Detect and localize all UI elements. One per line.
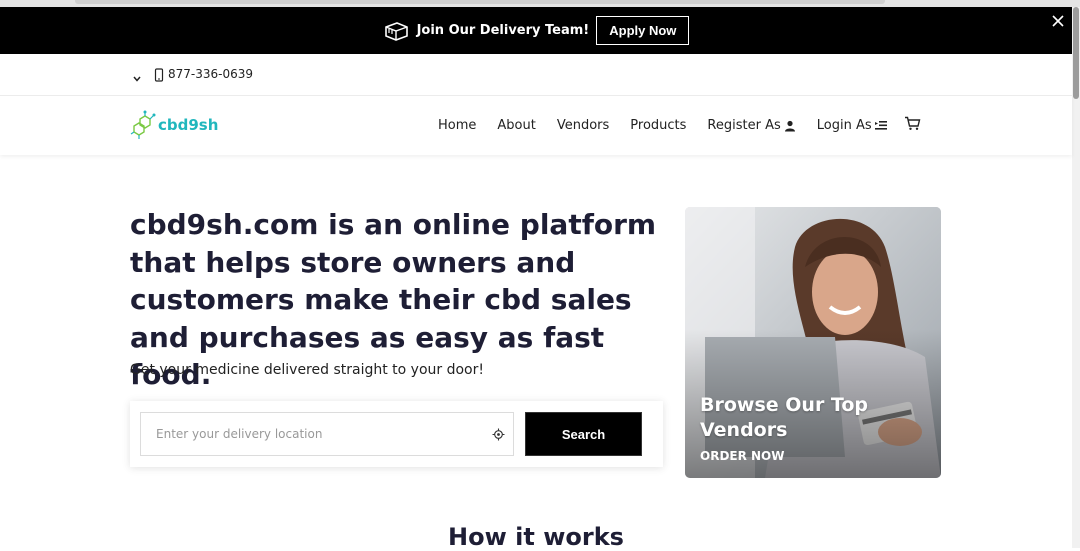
promo-label: Join Our Delivery Team! [416, 23, 590, 38]
browser-tab-strip [75, 0, 885, 4]
close-icon[interactable] [1048, 11, 1068, 31]
card-title: Browse Our Top Vendors [700, 394, 869, 441]
sign-in-list-icon [874, 121, 887, 130]
nav-item-products[interactable]: Products [630, 118, 686, 133]
contact-bar: 877-336-0639 [0, 54, 1072, 96]
nav-item-home[interactable]: Home [438, 118, 476, 133]
nav-item-label: Home [438, 118, 477, 133]
apply-now-button[interactable]: Apply Now [596, 16, 690, 45]
hero-subtitle: Get your medicine delivered straight to … [130, 362, 484, 378]
nav-menu: Home About Vendors Products Register As … [438, 116, 921, 135]
nav-item-label: About [497, 118, 536, 133]
scrollbar-thumb[interactable] [1073, 7, 1079, 99]
phone-number[interactable]: 877-336-0639 [168, 67, 253, 81]
locate-me-icon[interactable] [492, 428, 505, 441]
nav-item-label: Vendors [556, 118, 610, 133]
promo-bar: Join Our Delivery Team! Apply Now [0, 7, 1072, 54]
nav-item-login[interactable]: Login As [817, 118, 887, 133]
search-placeholder: Enter your delivery location [156, 427, 323, 441]
delivery-location-input[interactable]: Enter your delivery location [140, 412, 514, 456]
user-icon [784, 120, 795, 131]
top-vendors-card[interactable]: Browse Our Top Vendors ORDER NOW [685, 207, 941, 478]
logo-wordmark: cbd9sh [158, 116, 219, 134]
delivery-truck-icon [383, 20, 413, 42]
search-button[interactable]: Search [525, 412, 642, 456]
main-navbar: cbd9sh Home About Vendors Products Regis… [0, 96, 1072, 155]
site-logo[interactable]: cbd9sh [130, 108, 220, 142]
nav-item-register[interactable]: Register As [707, 118, 795, 133]
nav-item-label: Login As [816, 118, 872, 133]
browser-top-strip [0, 0, 1080, 7]
chevron-down-icon[interactable] [132, 69, 142, 82]
phone-icon [154, 67, 164, 82]
nav-item-about[interactable]: About [497, 118, 535, 133]
how-it-works-heading: How it works [448, 523, 624, 551]
order-now-link[interactable]: ORDER NOW [700, 449, 785, 463]
nav-item-label: Register As [707, 118, 781, 133]
nav-item-label: Products [630, 118, 687, 133]
page-scrollbar[interactable] [1072, 7, 1080, 548]
location-search-card: Enter your delivery location Search [130, 401, 663, 467]
nav-item-vendors[interactable]: Vendors [557, 118, 609, 133]
cart-icon[interactable] [904, 116, 921, 135]
